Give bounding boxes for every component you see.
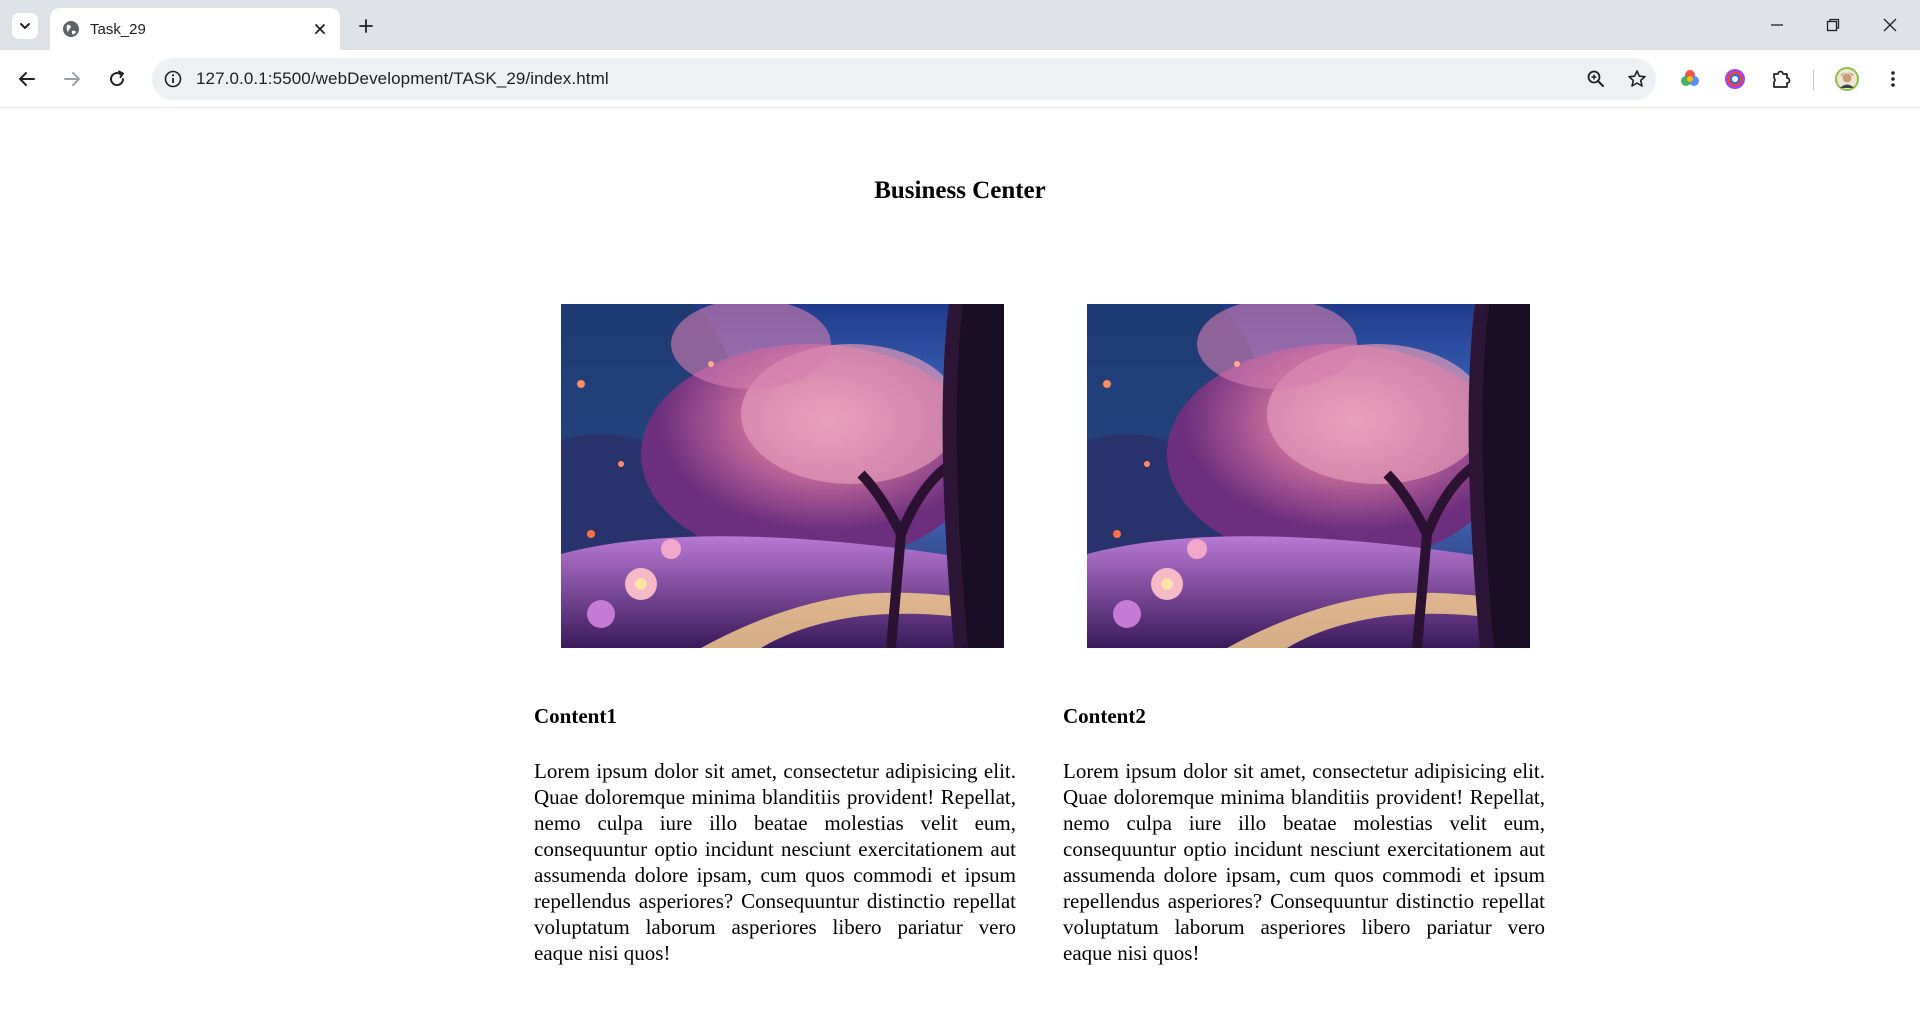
card-heading: Content1 <box>534 704 617 728</box>
plus-icon <box>359 19 373 33</box>
toolbar-divider <box>1813 70 1814 90</box>
chevron-down-icon <box>20 23 30 29</box>
page-viewport: Business Center Content1 Lorem ipsum dol… <box>0 109 1920 1020</box>
restore-button[interactable] <box>1818 10 1848 40</box>
profile-button[interactable] <box>1835 67 1859 91</box>
close-icon <box>315 24 325 34</box>
landscape-illustration <box>1087 304 1530 648</box>
restore-icon <box>1826 18 1840 32</box>
back-button[interactable] <box>13 65 41 93</box>
active-tab[interactable]: Task_29 <box>50 8 340 50</box>
site-info-button[interactable] <box>163 69 183 89</box>
browser-menu-button[interactable] <box>1881 67 1905 91</box>
close-window-button[interactable] <box>1875 10 1905 40</box>
tab-strip: Task_29 <box>0 0 1920 50</box>
info-icon <box>164 70 182 88</box>
browser-toolbar: 127.0.0.1:5500/webDevelopment/TASK_29/in… <box>0 50 1920 108</box>
puzzle-icon <box>1773 70 1791 88</box>
color-wheel-icon <box>1681 70 1699 86</box>
new-tab-button[interactable] <box>353 13 379 39</box>
minimize-icon <box>1771 24 1783 26</box>
card-image <box>561 304 1004 648</box>
arrow-left-icon <box>19 72 35 86</box>
extensions-button[interactable] <box>1769 67 1793 91</box>
address-bar[interactable]: 127.0.0.1:5500/webDevelopment/TASK_29/in… <box>152 58 1656 100</box>
forward-button[interactable] <box>58 65 86 93</box>
page-title: Business Center <box>874 177 1046 204</box>
zoom-icon <box>1587 70 1604 87</box>
globe-icon <box>63 21 79 37</box>
card-image <box>1087 304 1530 648</box>
minimize-button[interactable] <box>1762 10 1792 40</box>
color-extension-button[interactable] <box>1678 67 1702 91</box>
star-icon <box>1628 70 1646 87</box>
landscape-illustration <box>561 304 1004 648</box>
reload-icon <box>110 70 125 87</box>
screen-recorder-extension-button[interactable] <box>1723 67 1747 91</box>
bookmark-button[interactable] <box>1626 68 1648 90</box>
record-icon <box>1725 69 1745 89</box>
kebab-menu-icon <box>1891 71 1895 87</box>
avatar <box>1835 67 1859 91</box>
zoom-button[interactable] <box>1585 68 1607 90</box>
close-icon <box>1883 18 1897 32</box>
tab-close-button[interactable] <box>310 19 330 39</box>
card-heading: Content2 <box>1063 704 1146 728</box>
tab-search-button[interactable] <box>12 13 38 39</box>
arrow-right-icon <box>64 72 80 86</box>
reload-button[interactable] <box>103 65 131 93</box>
card-text: Lorem ipsum dolor sit amet, consectetur … <box>534 759 1016 965</box>
url-text[interactable]: 127.0.0.1:5500/webDevelopment/TASK_29/in… <box>196 69 609 89</box>
tab-title: Task_29 <box>90 21 146 38</box>
card-text: Lorem ipsum dolor sit amet, consectetur … <box>1063 759 1545 965</box>
